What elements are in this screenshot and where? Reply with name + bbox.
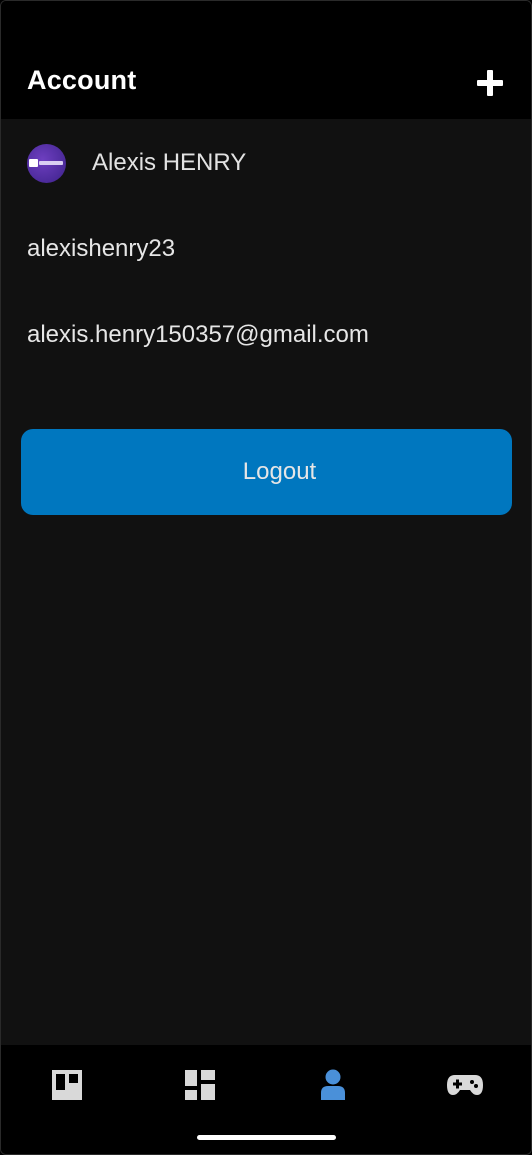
- account-icon: [321, 1069, 345, 1100]
- account-content: Alexis HENRY alexishenry23 alexis.henry1…: [1, 119, 531, 1045]
- boards-icon: [52, 1070, 82, 1100]
- username-text: alexishenry23: [27, 235, 176, 262]
- user-display-name: Alexis HENRY: [92, 149, 247, 176]
- app-header: Account: [1, 1, 531, 119]
- app-screen: Account Alexis HENRY alexishenry23 alexi…: [0, 0, 532, 1155]
- user-row: Alexis HENRY: [27, 143, 246, 183]
- logout-label: Logout: [242, 458, 317, 485]
- logout-button[interactable]: Logout: [21, 429, 512, 515]
- home-indicator[interactable]: [197, 1135, 336, 1140]
- nav-item-dashboard[interactable]: [160, 1065, 240, 1105]
- nav-item-games[interactable]: [425, 1065, 505, 1105]
- page-title: Account: [27, 65, 137, 95]
- bottom-navigation: [1, 1045, 531, 1154]
- avatar-logo-icon: [29, 158, 38, 167]
- avatar-text-mark: [39, 160, 63, 165]
- dashboard-icon: [185, 1070, 215, 1100]
- plus-icon[interactable]: [477, 70, 503, 96]
- nav-item-account[interactable]: [293, 1065, 373, 1105]
- gamepad-icon: [447, 1075, 483, 1095]
- email-text: alexis.henry150357@gmail.com: [27, 321, 369, 348]
- avatar: [27, 143, 66, 183]
- nav-item-boards[interactable]: [27, 1065, 107, 1105]
